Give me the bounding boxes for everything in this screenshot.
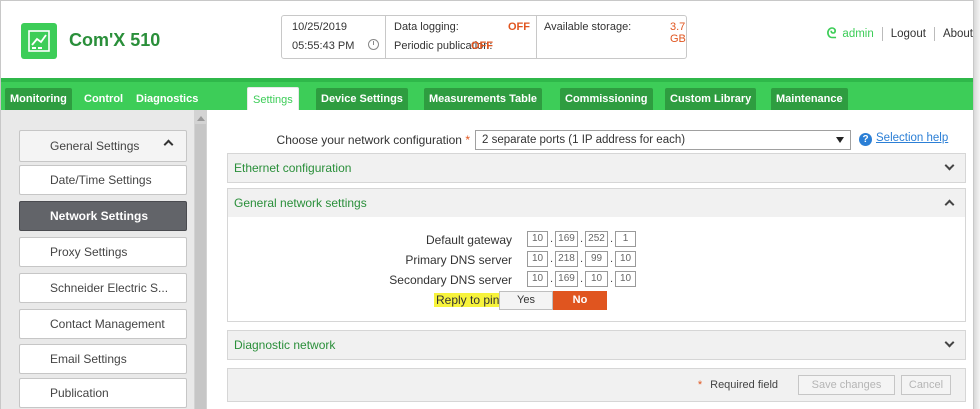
status-time: 05:55:43 PM [292,40,355,52]
divider [536,16,537,58]
tab-maintenance[interactable]: Maintenance [771,88,848,110]
tab-control[interactable]: Control [79,88,128,110]
status-box: 10/25/2019 05:55:43 PM Data logging: OFF… [281,15,687,59]
status-date: 10/25/2019 [292,21,348,33]
ip-octet-input[interactable]: 10 [615,271,636,287]
divider [881,26,883,41]
tab-custom-library[interactable]: Custom Library [665,88,757,110]
user-area: ᘓ admin Logout About [827,25,973,42]
ip-octet-input[interactable]: 252 [585,231,608,247]
app-title: Com'X 510 [69,30,161,50]
network-config-value: 2 separate ports (1 IP address for each) [482,134,686,146]
secondary-dns-label: Secondary DNS server [389,273,512,287]
panel-title: General network settings [234,196,367,210]
ip-octet-input[interactable]: 99 [585,251,608,267]
data-logging-label: Data logging: [394,21,459,33]
sidebar-item-contact-management[interactable]: Contact Management [19,309,187,339]
about-link[interactable]: About [943,28,973,40]
content-area: General Settings Date/Time Settings Netw… [1,110,973,409]
sidebar-group-general-settings[interactable]: General Settings [19,130,187,162]
sidebar-item-email-settings[interactable]: Email Settings [19,344,187,374]
ip-octet-input[interactable]: 10 [615,251,636,267]
sidebar-scrollbar-thumb[interactable] [195,124,206,409]
save-changes-button[interactable]: Save changes [798,375,895,395]
sidebar-group-label: General Settings [50,139,140,153]
divider [933,26,935,41]
ip-octet-input[interactable]: 10 [585,271,608,287]
tab-measurements-table[interactable]: Measurements Table [424,88,543,110]
secondary-dns-row: Secondary DNS server 10. 169. 10. 10 [228,271,965,289]
admin-user-link[interactable]: admin [842,28,873,40]
sidebar-item-datetime-settings[interactable]: Date/Time Settings [19,165,187,195]
ip-octet-input[interactable]: 10 [527,271,548,287]
sidebar-item-publication[interactable]: Publication [19,378,187,408]
data-logging-value: OFF [508,21,530,33]
user-icon: ᘓ [826,25,837,41]
primary-dns-ip: 10. 218. 99. 10 [527,251,636,267]
default-gateway-ip: 10. 169. 252. 1 [527,231,636,247]
chevron-up-icon [944,199,955,210]
ip-octet-input[interactable]: 218 [555,251,578,267]
reply-to-ping-toggle: Yes No [499,291,607,310]
divider [385,16,386,58]
help-icon[interactable]: ? [859,133,872,146]
panel-title: Diagnostic network [234,338,336,352]
ip-octet-input[interactable]: 10 [527,251,548,267]
sidebar-item-schneider-electric[interactable]: Schneider Electric S... [19,273,187,303]
available-storage-value: 3.7 GB [670,21,686,45]
clock-icon [368,39,379,50]
settings-sidebar: General Settings Date/Time Settings Netw… [1,110,207,409]
ethernet-configuration-header[interactable]: Ethernet configuration [228,154,965,182]
diagnostic-network-header[interactable]: Diagnostic network [228,331,965,359]
form-footer: * Required field Save changes Cancel [227,368,966,402]
primary-dns-row: Primary DNS server 10. 218. 99. 10 [228,251,965,269]
main-panel: Choose your network configuration * 2 se… [227,110,966,409]
logout-link[interactable]: Logout [891,28,926,40]
network-config-label: Choose your network configuration * [276,133,470,147]
main-tab-bar: Monitoring Control Diagnostics Settings … [1,78,973,111]
network-config-row: Choose your network configuration * 2 se… [227,130,966,150]
building-network-icon [21,23,57,59]
sidebar-item-network-settings[interactable]: Network Settings [19,201,187,231]
network-config-select[interactable]: 2 separate ports (1 IP address for each) [475,130,851,150]
sidebar-item-proxy-settings[interactable]: Proxy Settings [19,237,187,267]
default-gateway-row: Default gateway 10. 169. 252. 1 [228,231,965,249]
tab-device-settings[interactable]: Device Settings [316,88,408,110]
default-gateway-label: Default gateway [425,233,512,247]
ip-octet-input[interactable]: 1 [615,231,636,247]
tab-settings[interactable]: Settings [247,87,299,111]
diagnostic-network-panel: Diagnostic network [227,330,966,360]
ethernet-configuration-panel: Ethernet configuration [227,153,966,183]
chevron-up-icon [163,139,174,150]
panel-title: Ethernet configuration [234,161,352,175]
chevron-down-icon [944,337,955,348]
periodic-publication-value: OFF [471,40,493,52]
primary-dns-label: Primary DNS server [405,253,512,267]
reply-to-ping-yes-button[interactable]: Yes [499,291,553,310]
scroll-up-arrow-icon[interactable] [197,116,205,121]
tab-diagnostics[interactable]: Diagnostics [131,88,203,110]
general-network-settings-header[interactable]: General network settings [228,189,965,217]
window-shadow [974,0,980,409]
available-storage-label: Available storage: [544,21,632,33]
reply-to-ping-row: Reply to ping Yes No [228,291,965,310]
ip-octet-input[interactable]: 169 [555,271,578,287]
secondary-dns-ip: 10. 169. 10. 10 [527,271,636,287]
tab-monitoring[interactable]: Monitoring [5,88,72,110]
ip-octet-input[interactable]: 10 [527,231,548,247]
reply-to-ping-no-button[interactable]: No [553,291,607,310]
reply-to-ping-label: Reply to ping [434,293,509,307]
required-field-note: * Required field [697,379,778,391]
general-network-settings-panel: General network settings Default gateway… [227,188,966,322]
ip-octet-input[interactable]: 169 [555,231,578,247]
chevron-down-icon [944,160,955,171]
cancel-button[interactable]: Cancel [901,375,951,395]
tab-commissioning[interactable]: Commissioning [560,88,653,110]
selection-help-link[interactable]: Selection help [876,132,948,144]
header: Com'X 510 10/25/2019 05:55:43 PM Data lo… [1,1,973,79]
dropdown-caret-icon [836,137,844,143]
